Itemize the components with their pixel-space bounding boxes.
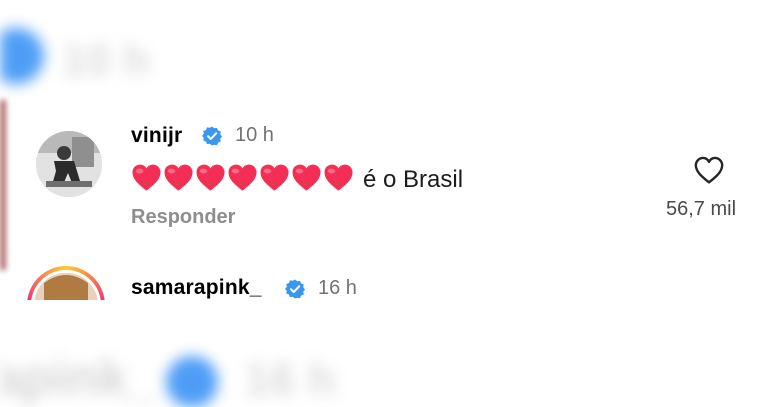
comment-username[interactable]: vinijr <box>131 124 182 148</box>
blurred-background-bottom: apink_ 16 h <box>0 300 765 407</box>
comment-username[interactable]: samarapink_ <box>131 276 262 300</box>
like-count: 56,7 mil <box>666 198 737 220</box>
red-heart-emoji <box>228 164 257 191</box>
comment-body: é o Brasil <box>363 166 464 193</box>
comment-item: samarapink_ 16 h <box>0 258 765 300</box>
red-heart-emoji <box>324 164 353 191</box>
blurred-time: 10 h <box>62 36 151 85</box>
blurred-background-top: 10 h <box>0 0 765 118</box>
verified-badge-icon <box>285 279 305 299</box>
blurred-username: apink_ <box>0 349 157 407</box>
comment-timestamp: 16 h <box>318 277 357 299</box>
comment-timestamp: 10 h <box>235 124 274 146</box>
comment-item: vinijr 10 h é o Brasil Responder 56,7 mi… <box>0 118 765 258</box>
blurred-verified-icon <box>0 28 44 84</box>
verified-badge-icon <box>202 126 222 146</box>
blurred-time: 16 h <box>244 353 337 405</box>
red-heart-emoji <box>260 164 289 191</box>
red-heart-emoji <box>164 164 193 191</box>
heart-emojis <box>131 164 355 197</box>
blurred-verified-icon <box>166 356 218 407</box>
red-heart-emoji <box>196 164 225 191</box>
red-heart-emoji <box>292 164 321 191</box>
comment-text: é o Brasil <box>131 164 464 197</box>
heart-outline-icon[interactable] <box>693 156 725 185</box>
reply-button[interactable]: Responder <box>131 206 235 229</box>
red-heart-emoji <box>132 164 161 191</box>
avatar[interactable] <box>36 131 102 197</box>
